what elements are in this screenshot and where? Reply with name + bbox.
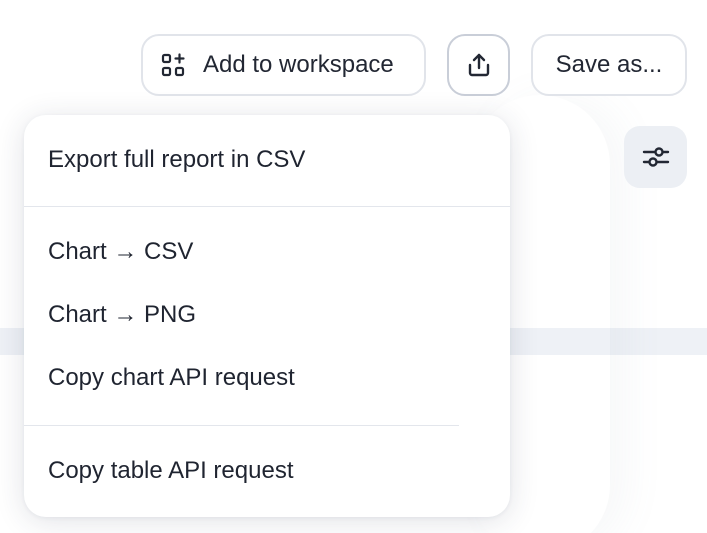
export-menu: Export full report in CSV Chart → CSV Ch… xyxy=(24,115,510,517)
menu-item-export-full-report-csv[interactable]: Export full report in CSV xyxy=(48,145,305,175)
menu-divider xyxy=(24,206,510,207)
menu-item-chart-csv[interactable]: Chart → CSV xyxy=(48,237,193,267)
page: Add to workspace Save as... Export full … xyxy=(0,0,707,533)
menu-item-chart-png[interactable]: Chart → PNG xyxy=(48,300,196,330)
menu-item-copy-table-api-request[interactable]: Copy table API request xyxy=(48,456,293,486)
save-as-label: Save as... xyxy=(555,51,663,78)
chart-settings-button[interactable] xyxy=(624,126,687,188)
sliders-icon xyxy=(641,142,671,172)
add-widget-icon xyxy=(161,53,185,77)
save-as-button[interactable]: Save as... xyxy=(531,34,687,96)
share-button[interactable] xyxy=(447,34,510,96)
add-to-workspace-button[interactable]: Add to workspace xyxy=(141,34,426,96)
share-icon xyxy=(466,52,492,78)
menu-item-copy-chart-api-request[interactable]: Copy chart API request xyxy=(48,363,295,393)
menu-divider xyxy=(24,425,459,426)
add-to-workspace-label: Add to workspace xyxy=(203,51,394,78)
